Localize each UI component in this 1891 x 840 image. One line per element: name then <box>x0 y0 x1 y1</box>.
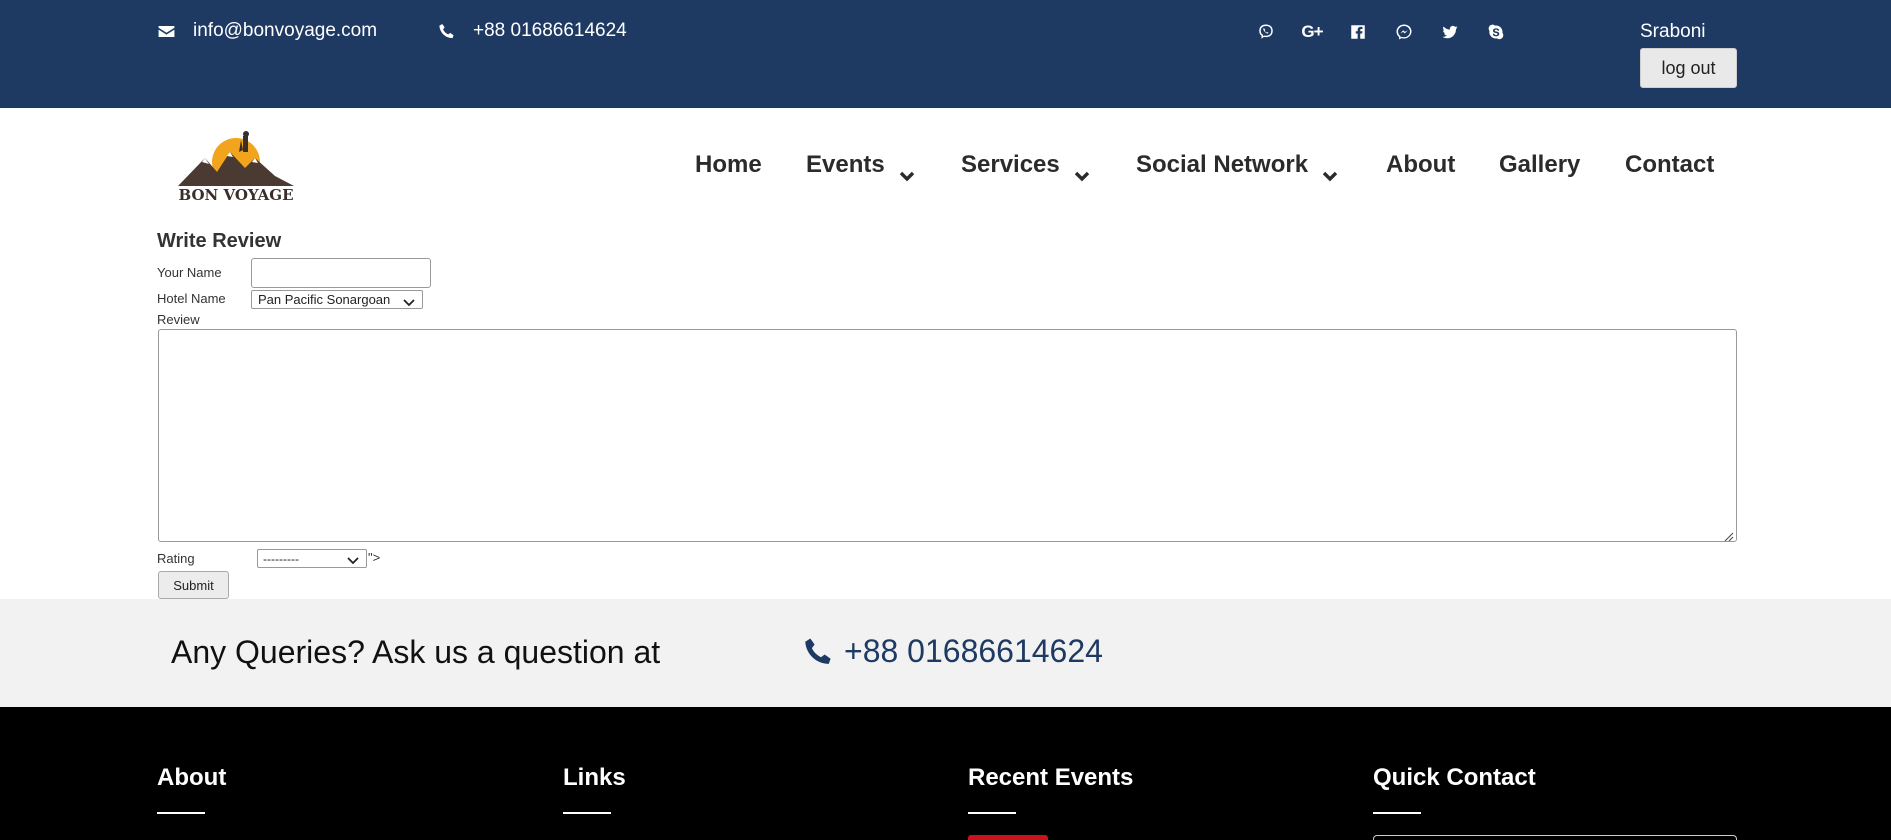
hotel-label: Hotel Name <box>157 291 226 306</box>
messenger-icon[interactable] <box>1394 22 1414 42</box>
viber-icon[interactable] <box>1256 22 1276 42</box>
footer-col-recent-events: Recent Events <box>968 764 1133 814</box>
resize-grip-icon[interactable] <box>1724 529 1734 542</box>
chevron-down-icon <box>899 161 915 182</box>
queries-phone-link[interactable]: +88 01686614624 <box>801 633 1103 670</box>
nav-social-network[interactable]: Social Network <box>1136 151 1338 182</box>
nav-label: Events <box>806 151 885 178</box>
footer-heading: Links <box>563 764 626 791</box>
logo-text: BON VOYAGE <box>178 186 293 204</box>
twitter-icon[interactable] <box>1440 22 1460 42</box>
nav-events[interactable]: Events <box>806 151 915 182</box>
contact-email[interactable]: info@bonvoyage.com <box>157 20 377 42</box>
nav-contact[interactable]: Contact <box>1625 151 1714 179</box>
chevron-down-icon <box>347 554 359 565</box>
queries-phone-text: +88 01686614624 <box>844 633 1103 669</box>
footer-divider <box>563 812 611 814</box>
phone-icon <box>439 23 454 38</box>
chevron-down-icon <box>403 295 415 307</box>
facebook-icon[interactable] <box>1348 22 1368 42</box>
footer-divider <box>968 812 1016 814</box>
phone-icon <box>805 638 831 664</box>
stray-markup-text: "> <box>368 550 381 565</box>
rating-label: Rating <box>157 551 195 566</box>
nav-services[interactable]: Services <box>961 151 1090 182</box>
logout-button[interactable]: log out <box>1640 48 1737 88</box>
nav-label: Home <box>695 151 762 178</box>
nav-about[interactable]: About <box>1386 151 1455 179</box>
rating-selected-value: --------- <box>263 551 299 566</box>
queries-text: Any Queries? Ask us a question at <box>171 634 661 670</box>
nav-gallery[interactable]: Gallery <box>1499 151 1580 179</box>
review-textarea[interactable] <box>158 329 1737 542</box>
review-label: Review <box>157 312 200 327</box>
email-text: info@bonvoyage.com <box>193 20 378 41</box>
main-navigation: Home Events Services Social Network Abou… <box>0 151 1891 187</box>
hotel-selected-value: Pan Pacific Sonargoan <box>258 292 391 307</box>
rating-select[interactable]: --------- <box>257 549 367 568</box>
envelope-icon <box>158 25 175 37</box>
nav-label: About <box>1386 151 1456 178</box>
footer-col-about: About <box>157 764 226 814</box>
queries-band: Any Queries? Ask us a question at +88 01… <box>0 599 1891 707</box>
footer-heading: Quick Contact <box>1373 764 1536 791</box>
chevron-down-icon <box>1074 161 1090 182</box>
username: Sraboni <box>1640 21 1706 42</box>
recent-event-thumbnail[interactable] <box>968 835 1048 840</box>
contact-phone[interactable]: +88 01686614624 <box>437 20 627 42</box>
quick-contact-input[interactable] <box>1373 835 1737 840</box>
google-plus-icon[interactable]: G+ <box>1301 22 1323 42</box>
footer-col-quick-contact: Quick Contact <box>1373 764 1536 814</box>
chevron-down-icon <box>1322 161 1338 182</box>
footer: About Links Recent Events Quick Contact <box>0 707 1891 840</box>
nav-label: Social Network <box>1136 151 1309 178</box>
social-links: G+ <box>1256 22 1532 42</box>
name-input[interactable] <box>251 258 431 288</box>
phone-text: +88 01686614624 <box>473 20 627 41</box>
footer-heading: About <box>157 764 227 791</box>
nav-label: Gallery <box>1499 151 1581 178</box>
form-title: Write Review <box>157 230 282 252</box>
submit-button[interactable]: Submit <box>158 571 229 599</box>
footer-divider <box>157 812 205 814</box>
skype-icon[interactable] <box>1486 22 1506 42</box>
top-bar: info@bonvoyage.com +88 01686614624 G+ Sr… <box>0 0 1891 108</box>
footer-divider <box>1373 812 1421 814</box>
nav-home[interactable]: Home <box>695 151 762 179</box>
nav-label: Contact <box>1625 151 1715 178</box>
name-label: Your Name <box>157 265 222 280</box>
nav-label: Services <box>961 151 1060 178</box>
footer-col-links: Links <box>563 764 626 814</box>
hotel-select[interactable]: Pan Pacific Sonargoan <box>251 290 423 309</box>
footer-heading: Recent Events <box>968 764 1134 791</box>
